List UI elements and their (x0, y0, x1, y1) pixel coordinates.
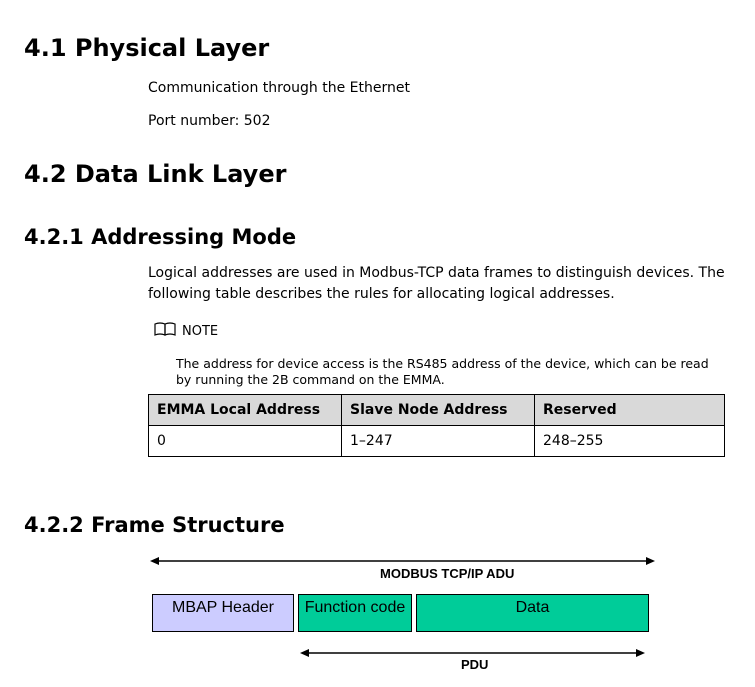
note-text: The address for device access is the RS4… (176, 356, 709, 387)
pdu-label: PDU (461, 657, 489, 672)
addressing-paragraph-line-2: following table describes the rules for … (148, 286, 615, 302)
table-header-row: EMMA Local Address Slave Node Address Re… (148, 394, 725, 426)
table-header-emma-local-address: EMMA Local Address (148, 394, 342, 426)
table-header-reserved: Reserved (534, 394, 725, 426)
section-heading-addressing-mode: 4.2.1 Addressing Mode (24, 225, 297, 249)
function-code-box: Function code (298, 594, 412, 632)
section-heading-frame-structure: 4.2.2 Frame Structure (24, 513, 285, 537)
note-header: NOTE (154, 322, 218, 340)
section-heading-physical-layer: 4.1 Physical Layer (24, 34, 270, 62)
addressing-paragraph-line-1: Logical addresses are used in Modbus-TCP… (148, 265, 725, 281)
table-cell: 248–255 (534, 425, 725, 457)
physical-line-1: Communication through the Ethernet (148, 80, 410, 96)
address-table: EMMA Local Address Slave Node Address Re… (148, 394, 725, 457)
table-cell: 1–247 (341, 425, 535, 457)
physical-line-2: Port number: 502 (148, 113, 271, 129)
table-row: 0 1–247 248–255 (148, 425, 725, 457)
mbap-header-box: MBAP Header (152, 594, 294, 632)
table-cell: 0 (148, 425, 342, 457)
data-box: Data (416, 594, 649, 632)
section-heading-data-link-layer: 4.2 Data Link Layer (24, 160, 287, 188)
adu-label: MODBUS TCP/IP ADU (380, 566, 515, 581)
book-icon (154, 322, 176, 340)
note-label: NOTE (182, 323, 219, 339)
table-header-slave-node-address: Slave Node Address (341, 394, 535, 426)
